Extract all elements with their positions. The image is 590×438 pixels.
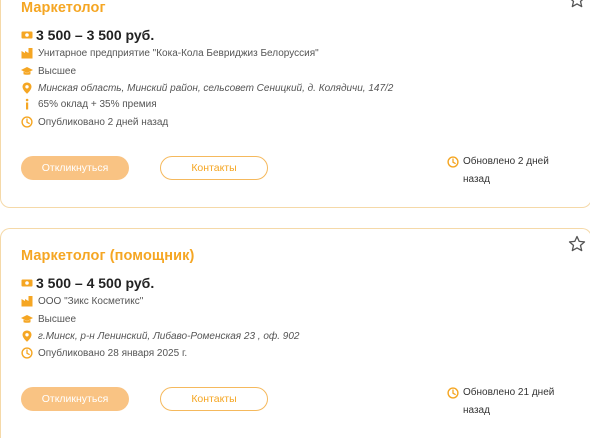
address-row: г.Минск, р-н Ленинский, Либаво-Роменская… bbox=[21, 330, 300, 342]
vacancy-title[interactable]: Маркетолог (помощник) bbox=[21, 248, 194, 264]
contacts-button[interactable]: Контакты bbox=[160, 156, 268, 180]
education: Высшее bbox=[38, 313, 77, 325]
apply-button[interactable]: Откликнуться bbox=[21, 387, 129, 411]
map-pin-icon bbox=[21, 330, 33, 342]
clock-icon bbox=[21, 116, 33, 128]
clock-icon bbox=[21, 347, 33, 359]
info-icon bbox=[21, 98, 33, 110]
education-row: Высшее bbox=[21, 313, 76, 325]
employer-row: ООО "Зикс Косметикс" bbox=[21, 295, 143, 307]
salary-note: 65% оклад + 35% премия bbox=[38, 98, 157, 110]
salary-row: 3 500 – 4 500 руб. bbox=[21, 275, 154, 291]
clock-icon bbox=[447, 387, 459, 399]
education-row: Высшее bbox=[21, 65, 76, 77]
updated-info: Обновлено 21 дней назад bbox=[447, 384, 563, 420]
money-icon bbox=[21, 29, 33, 41]
salary: 3 500 – 3 500 руб. bbox=[36, 27, 155, 43]
star-icon[interactable] bbox=[568, 0, 586, 9]
updated-text: Обновлено 2 дней назад bbox=[463, 156, 549, 185]
map-pin-icon bbox=[21, 82, 33, 94]
graduation-cap-icon bbox=[21, 313, 33, 325]
published-row: Опубликовано 2 дней назад bbox=[21, 116, 168, 128]
clock-icon bbox=[447, 156, 459, 168]
vacancy-title[interactable]: Маркетолог bbox=[21, 0, 106, 16]
updated-info: Обновлено 2 дней назад bbox=[447, 153, 563, 189]
apply-button[interactable]: Откликнуться bbox=[21, 156, 129, 180]
published: Опубликовано 2 дней назад bbox=[38, 116, 169, 128]
education: Высшее bbox=[38, 65, 77, 77]
star-icon[interactable] bbox=[568, 235, 586, 253]
published-row: Опубликовано 28 января 2025 г. bbox=[21, 347, 187, 359]
updated-text: Обновлено 21 дней назад bbox=[463, 387, 555, 416]
salary: 3 500 – 4 500 руб. bbox=[36, 275, 155, 291]
employer: ООО "Зикс Косметикс" bbox=[38, 295, 144, 307]
vacancy-card: Маркетолог 3 500 – 3 500 руб. Унитарное … bbox=[0, 0, 590, 208]
contacts-button[interactable]: Контакты bbox=[160, 387, 268, 411]
employer: Унитарное предприятие "Кока-Кола Бевридж… bbox=[38, 47, 319, 59]
factory-icon bbox=[21, 295, 33, 307]
address: Минская область, Минский район, сельсове… bbox=[38, 82, 394, 94]
graduation-cap-icon bbox=[21, 65, 33, 77]
note-row: 65% оклад + 35% премия bbox=[21, 98, 157, 110]
salary-row: 3 500 – 3 500 руб. bbox=[21, 27, 154, 43]
address: г.Минск, р-н Ленинский, Либаво-Роменская… bbox=[38, 330, 300, 342]
money-icon bbox=[21, 277, 33, 289]
employer-row: Унитарное предприятие "Кока-Кола Бевридж… bbox=[21, 47, 319, 59]
published: Опубликовано 28 января 2025 г. bbox=[38, 347, 188, 359]
factory-icon bbox=[21, 47, 33, 59]
vacancy-card: Маркетолог (помощник) 3 500 – 4 500 руб.… bbox=[0, 228, 590, 438]
address-row: Минская область, Минский район, сельсове… bbox=[21, 82, 393, 94]
